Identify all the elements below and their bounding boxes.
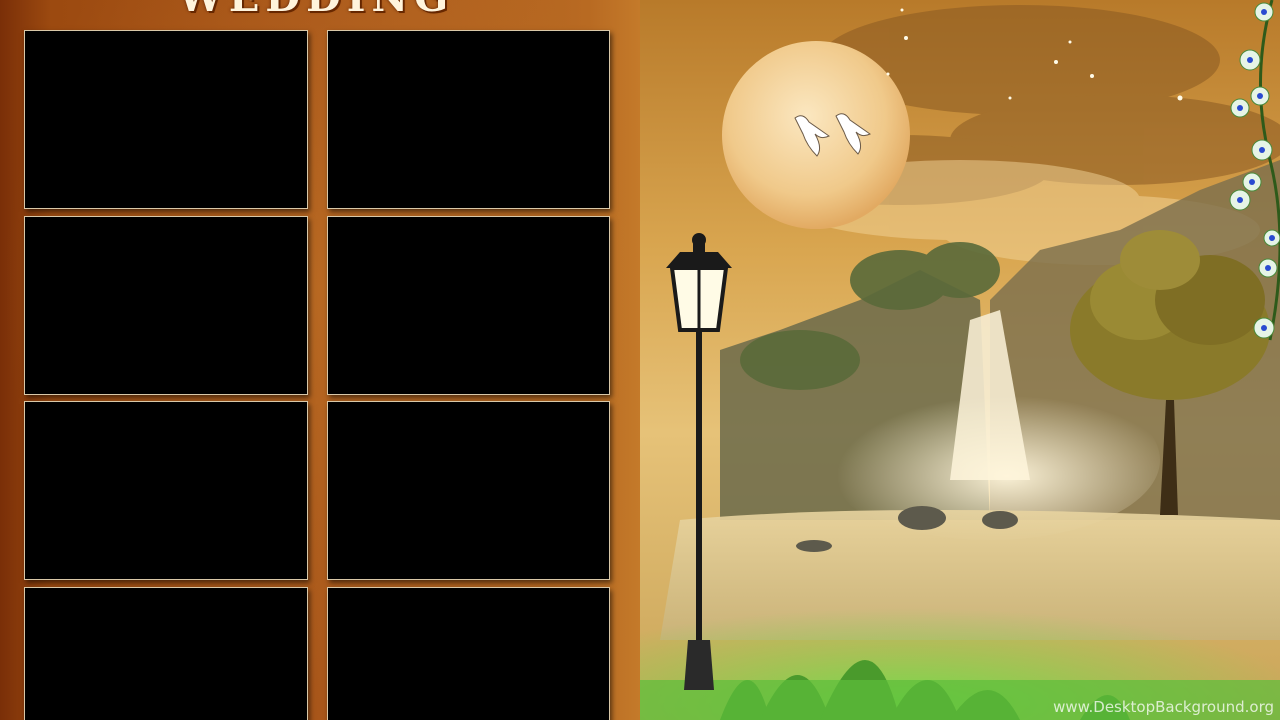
photo-frame-7[interactable] — [24, 587, 308, 720]
photo-frame-6[interactable] — [327, 401, 610, 580]
photo-frame-5[interactable] — [24, 401, 308, 580]
title-text: WEDDING — [178, 0, 454, 21]
wallpaper-canvas: WEDDING www.DesktopBackground.org — [0, 0, 1280, 720]
photo-frame-2[interactable] — [327, 30, 610, 209]
photo-panel: WEDDING — [0, 0, 640, 720]
photo-frame-8[interactable] — [327, 587, 610, 720]
scenic-background — [600, 0, 1280, 720]
photo-frame-4[interactable] — [327, 216, 610, 395]
photo-frame-3[interactable] — [24, 216, 308, 395]
watermark-text: www.DesktopBackground.org — [1053, 698, 1274, 716]
photo-frame-1[interactable] — [24, 30, 308, 209]
